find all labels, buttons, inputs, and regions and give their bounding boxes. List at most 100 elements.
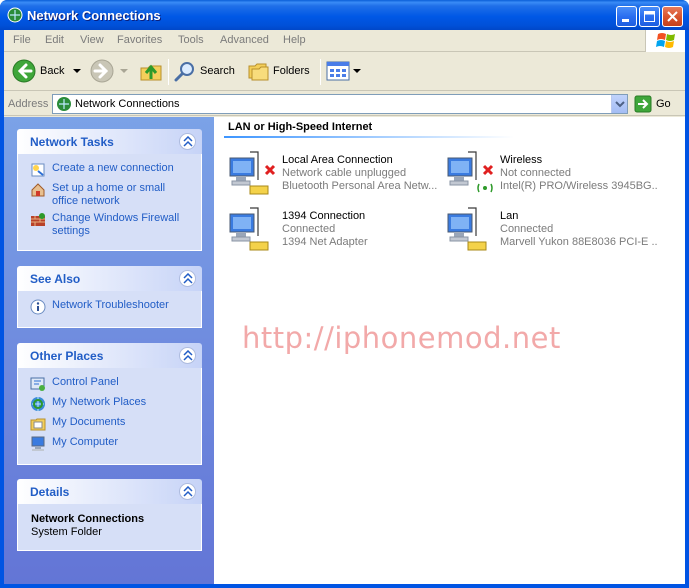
connection-device: Bluetooth Personal Area Netw...	[282, 180, 438, 192]
connection-name: 1394 Connection	[282, 210, 366, 222]
panel-title: Details	[30, 485, 70, 499]
network-places-icon	[31, 397, 45, 411]
maximize-icon	[644, 11, 655, 22]
title-bar[interactable]: Network Connections	[0, 0, 689, 30]
connection-status: Connected	[500, 223, 554, 235]
maximize-button[interactable]	[639, 6, 660, 27]
connection-local-area[interactable]: Local Area Connection Network cable unpl…	[228, 150, 443, 198]
task-label: My Network Places	[52, 396, 147, 408]
back-label: Back	[40, 65, 65, 77]
views-icon	[326, 61, 350, 81]
connection-1394[interactable]: 1394 Connection Connected 1394 Net Adapt…	[228, 206, 443, 254]
menu-bar: File Edit View Favorites Tools Advanced …	[4, 30, 685, 52]
task-home-network[interactable]: Set up a home or small office network	[30, 182, 201, 208]
folders-button[interactable]: Folders	[247, 60, 310, 82]
up-folder-icon	[140, 64, 162, 81]
see-also-body: Network Troubleshooter	[17, 291, 202, 328]
task-network-troubleshooter[interactable]: Network Troubleshooter	[30, 299, 201, 315]
address-bar: Address Network Connections Go	[4, 92, 685, 116]
chevron-down-icon[interactable]	[118, 66, 130, 76]
folders-label: Folders	[273, 65, 310, 77]
details-name: Network Connections	[31, 513, 145, 525]
go-button[interactable]: Go	[634, 95, 671, 113]
task-label: Network Troubleshooter	[52, 299, 169, 311]
window-title: Network Connections	[27, 8, 161, 23]
lan-connection-icon	[229, 151, 276, 195]
go-label: Go	[656, 98, 671, 110]
back-button[interactable]: Back	[12, 59, 84, 83]
menu-view[interactable]: View	[80, 34, 104, 46]
collapse-button[interactable]	[179, 347, 196, 364]
standard-toolbar: Back Search Folders	[4, 53, 685, 91]
lan-connection-icon	[229, 207, 269, 251]
connection-device: Intel(R) PRO/Wireless 3945BG...	[500, 180, 658, 192]
task-firewall[interactable]: Change Windows Firewall settings	[30, 212, 201, 238]
back-arrow-icon	[12, 59, 36, 83]
task-label: Change Windows Firewall settings	[52, 212, 180, 237]
search-label: Search	[200, 65, 235, 77]
chevron-up-icon	[183, 350, 193, 361]
collapse-button[interactable]	[179, 483, 196, 500]
control-panel-icon	[30, 377, 45, 391]
chevron-up-icon	[183, 486, 193, 497]
close-button[interactable]	[662, 6, 683, 27]
connection-name: Lan	[500, 210, 519, 222]
minimize-icon	[622, 19, 629, 22]
address-input[interactable]: Network Connections	[52, 94, 628, 114]
see-also-header[interactable]: See Also	[17, 266, 202, 291]
chevron-up-icon	[183, 136, 193, 147]
up-folder-button[interactable]	[139, 59, 163, 83]
menu-favorites[interactable]: Favorites	[117, 34, 162, 46]
connection-wireless[interactable]: Wireless Not connected Intel(R) PRO/Wire…	[446, 150, 661, 198]
views-button[interactable]	[326, 61, 362, 81]
connection-status: Not connected	[500, 167, 571, 179]
chevron-down-icon[interactable]	[70, 66, 84, 76]
place-control-panel[interactable]: Control Panel	[30, 376, 201, 392]
home-network-icon	[31, 183, 45, 197]
network-connections-icon	[7, 7, 23, 23]
forward-arrow-icon	[90, 59, 114, 83]
go-arrow-icon	[634, 95, 652, 113]
address-dropdown-button[interactable]	[611, 95, 627, 113]
connection-device: 1394 Net Adapter	[282, 236, 368, 248]
details-type: System Folder	[31, 526, 102, 538]
firewall-icon	[31, 213, 45, 226]
place-my-computer[interactable]: My Computer	[30, 436, 201, 452]
network-connections-icon	[57, 97, 71, 111]
search-button[interactable]: Search	[174, 60, 235, 82]
computer-icon	[31, 436, 45, 451]
place-my-documents[interactable]: My Documents	[30, 416, 201, 432]
watermark-text: http://iphonemod.net	[242, 321, 561, 355]
details-header[interactable]: Details	[17, 479, 202, 504]
minimize-button[interactable]	[616, 6, 637, 27]
menu-edit[interactable]: Edit	[45, 34, 64, 46]
panel-title: Network Tasks	[30, 135, 114, 149]
chevron-up-icon	[183, 273, 193, 284]
collapse-button[interactable]	[179, 270, 196, 287]
other-places-body: Control Panel My Network Places My Docum…	[17, 368, 202, 465]
menu-advanced[interactable]: Advanced	[220, 34, 269, 46]
task-label: Create a new connection	[52, 162, 174, 174]
connection-name: Local Area Connection	[282, 154, 393, 166]
details-body: Network Connections System Folder	[17, 504, 202, 551]
connection-status: Connected	[282, 223, 336, 235]
network-tasks-header[interactable]: Network Tasks	[17, 129, 202, 154]
place-my-network-places[interactable]: My Network Places	[30, 396, 201, 412]
chevron-down-icon[interactable]	[352, 66, 362, 76]
address-label: Address	[8, 98, 49, 110]
task-create-connection[interactable]: Create a new connection	[30, 162, 201, 178]
connection-status: Network cable unplugged	[282, 167, 407, 179]
menu-tools[interactable]: Tools	[178, 34, 204, 46]
client-area: File Edit View Favorites Tools Advanced …	[4, 30, 685, 584]
menu-help[interactable]: Help	[283, 34, 306, 46]
collapse-button[interactable]	[179, 133, 196, 150]
chevron-down-icon	[615, 101, 625, 108]
connection-lan[interactable]: Lan Connected Marvell Yukon 88E8036 PCI-…	[446, 206, 661, 254]
wireless-connection-icon	[447, 151, 494, 193]
task-pane: Network Tasks Create a new connection Se…	[4, 117, 214, 584]
forward-button[interactable]	[90, 59, 130, 83]
other-places-header[interactable]: Other Places	[17, 343, 202, 368]
toolbar-separator	[320, 59, 321, 85]
address-value: Network Connections	[75, 98, 180, 110]
menu-file[interactable]: File	[13, 34, 31, 46]
